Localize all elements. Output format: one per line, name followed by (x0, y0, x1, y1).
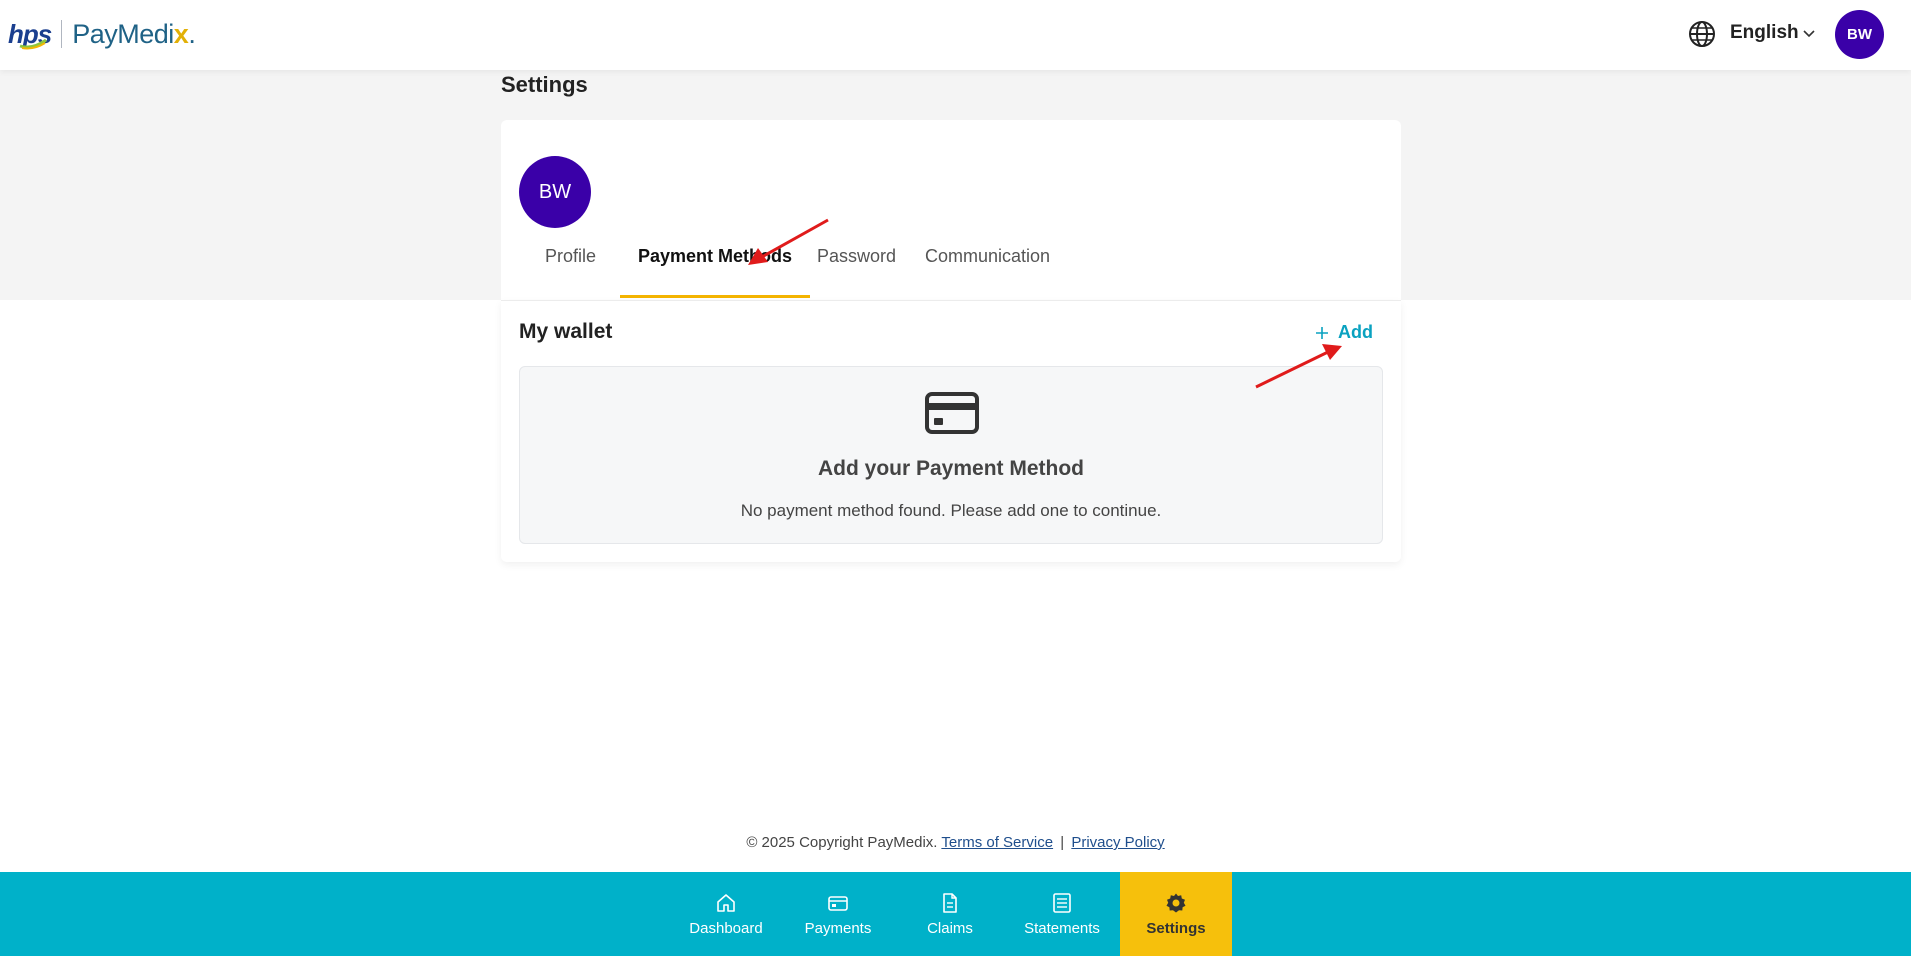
globe-icon[interactable] (1688, 20, 1716, 48)
tab-label: Password (817, 246, 897, 266)
bottom-navigation: Dashboard Payments Claims Statements Set… (0, 872, 1911, 956)
add-payment-method-button[interactable]: Add (1314, 322, 1373, 343)
tab-communication[interactable]: Communication (907, 238, 1068, 298)
logo-dot: . (188, 18, 196, 49)
tab-label: Communication (925, 246, 1051, 266)
footer-separator: | (1060, 834, 1065, 851)
logo-x: x (173, 18, 189, 49)
privacy-policy-link[interactable]: Privacy Policy (1071, 834, 1164, 851)
tab-payment-methods[interactable]: Payment Methods (620, 238, 811, 298)
document-icon (943, 892, 957, 913)
empty-state-message: No payment method found. Please add one … (740, 501, 1162, 520)
settings-card-header: BW Profile Payment Methods Password Comm… (501, 120, 1401, 300)
list-document-icon (1053, 892, 1071, 913)
nav-claims[interactable]: Claims (894, 872, 1006, 956)
paymedix-logo-text: PayMedix. (72, 18, 196, 50)
logo-divider (61, 20, 63, 48)
credit-card-icon (925, 392, 979, 434)
empty-wallet-state: Add your Payment Method No payment metho… (519, 366, 1383, 544)
wallet-section: My wallet Add Add your Payment Method No… (501, 300, 1401, 562)
top-header: hps PayMedix. English BW (0, 0, 1911, 70)
language-selector[interactable]: English (1730, 22, 1799, 44)
terms-of-service-link[interactable]: Terms of Service (941, 834, 1053, 851)
tab-profile[interactable]: Profile (527, 238, 614, 298)
nav-label: Dashboard (689, 919, 763, 937)
nav-statements[interactable]: Statements (1006, 872, 1118, 956)
user-avatar[interactable]: BW (1835, 10, 1884, 59)
page-title: Settings (501, 72, 588, 97)
active-tab-indicator (620, 295, 811, 298)
gear-icon (1166, 893, 1186, 912)
nav-dashboard[interactable]: Dashboard (670, 872, 782, 956)
wallet-title: My wallet (519, 320, 613, 343)
profile-avatar: BW (519, 156, 591, 228)
empty-state-title: Add your Payment Method (817, 457, 1085, 480)
footer-copyright: © 2025 Copyright PayMedix. Terms of Serv… (0, 834, 1911, 851)
copyright-text: © 2025 Copyright PayMedix. (746, 834, 938, 851)
tab-label: Payment Methods (638, 246, 793, 266)
add-label: Add (1338, 322, 1373, 342)
nav-label: Claims (927, 919, 973, 937)
tab-label: Profile (545, 246, 597, 266)
hps-swoosh-icon (19, 38, 47, 50)
nav-payments[interactable]: Payments (782, 872, 894, 956)
card-icon (828, 895, 848, 911)
home-icon (717, 893, 735, 912)
tab-password[interactable]: Password (799, 238, 914, 298)
plus-icon (1316, 326, 1328, 339)
nav-label: Statements (1024, 919, 1100, 937)
paymedix-logo[interactable]: hps PayMedix. (8, 14, 196, 54)
nav-label: Payments (804, 919, 872, 937)
chevron-down-icon[interactable] (1802, 27, 1816, 41)
logo-paymedi: PayMedi (72, 18, 174, 49)
tabs-divider (501, 300, 1401, 301)
nav-label: Settings (1146, 919, 1206, 937)
nav-settings[interactable]: Settings (1120, 872, 1232, 956)
